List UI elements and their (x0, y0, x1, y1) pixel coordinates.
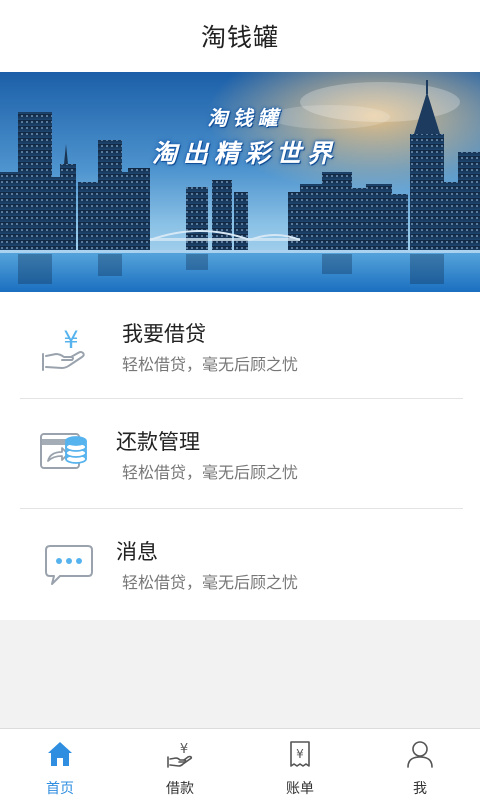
menu-item-repayment[interactable]: 还款管理 轻松借贷，毫无后顾之忧 (0, 400, 480, 510)
tab-label: 借款 (166, 781, 194, 797)
tab-borrow[interactable]: ¥ 借款 (120, 729, 240, 800)
menu-item-subtitle: 轻松借贷，毫无后顾之忧 (122, 463, 299, 482)
svg-text:¥: ¥ (180, 742, 188, 757)
loan-hand-icon: ¥ (38, 320, 94, 376)
svg-text:¥: ¥ (63, 326, 78, 354)
menu-item-subtitle: 轻松借贷，毫无后顾之忧 (122, 573, 299, 592)
user-icon (405, 739, 435, 769)
bottom-tab-bar: 首页 ¥ 借款 ¥ 账单 我 (0, 728, 480, 800)
app-header: 淘钱罐 (0, 0, 480, 72)
tab-label: 首页 (46, 781, 74, 797)
menu-item-loan[interactable]: ¥ 我要借贷 轻松借贷，毫无后顾之忧 (0, 292, 480, 402)
banner[interactable]: 淘钱罐 淘出精彩世界 (0, 72, 480, 292)
tab-bill[interactable]: ¥ 账单 (240, 729, 360, 800)
menu-item-title: 我要借贷 (122, 322, 206, 346)
tab-me[interactable]: 我 (360, 729, 480, 800)
banner-brand-text: 淘钱罐 (207, 106, 283, 130)
menu-item-messages[interactable]: 消息 轻松借贷，毫无后顾之忧 (0, 510, 480, 620)
divider (20, 508, 463, 509)
home-icon (45, 739, 75, 769)
repay-coins-icon (38, 426, 94, 482)
menu-item-title: 消息 (116, 540, 158, 564)
divider (20, 398, 463, 399)
bill-icon: ¥ (285, 739, 315, 769)
message-bubble-icon (44, 540, 100, 596)
menu-item-subtitle: 轻松借贷，毫无后顾之忧 (122, 355, 299, 374)
page-title: 淘钱罐 (200, 23, 279, 52)
tab-label: 账单 (286, 781, 314, 797)
banner-slogan-text: 淘出精彩世界 (151, 139, 338, 168)
feature-menu: ¥ 我要借贷 轻松借贷，毫无后顾之忧 还款管理 轻松借贷，毫无后顾之忧 消息 轻… (0, 292, 480, 620)
svg-text:¥: ¥ (296, 747, 304, 761)
tab-home[interactable]: 首页 (0, 729, 120, 800)
borrow-icon: ¥ (165, 739, 195, 769)
tab-label: 我 (413, 781, 427, 797)
menu-item-title: 还款管理 (116, 430, 200, 454)
